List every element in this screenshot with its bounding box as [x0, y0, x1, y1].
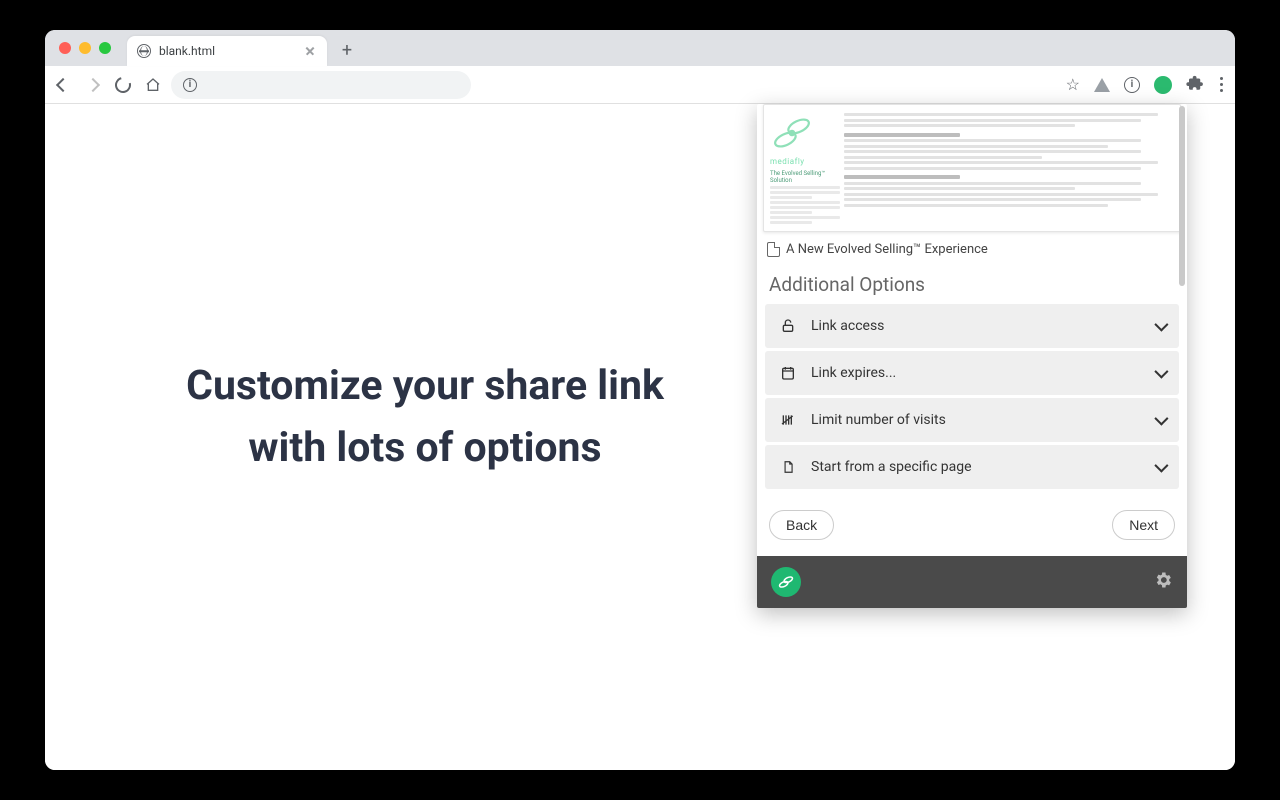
option-label: Limit number of visits: [811, 412, 946, 428]
option-label: Link expires...: [811, 365, 896, 381]
page-viewport: Customize your share link with lots of o…: [45, 104, 1235, 770]
site-info-icon[interactable]: i: [183, 78, 197, 92]
option-label: Start from a specific page: [811, 459, 972, 475]
browser-tab[interactable]: blank.html: [127, 36, 327, 66]
chevron-down-icon: [1155, 321, 1165, 331]
info-icon[interactable]: i: [1124, 77, 1140, 93]
next-button[interactable]: Next: [1112, 510, 1175, 540]
back-button[interactable]: Back: [769, 510, 834, 540]
home-icon[interactable]: [145, 77, 161, 93]
globe-icon: [137, 44, 151, 58]
extensions-icon[interactable]: [1186, 74, 1204, 96]
browser-toolbar: i ☆ i: [45, 66, 1235, 104]
mediafly-logo-icon: [770, 111, 814, 155]
option-link-expires[interactable]: Link expires...: [765, 351, 1179, 395]
option-link-access[interactable]: Link access: [765, 304, 1179, 348]
scrollbar-thumb[interactable]: [1179, 106, 1185, 286]
back-icon[interactable]: [55, 77, 71, 93]
forward-icon[interactable]: [85, 77, 101, 93]
chevron-down-icon: [1155, 462, 1165, 472]
brand-name: mediafly: [770, 157, 840, 166]
new-tab-button[interactable]: +: [333, 36, 361, 64]
tally-icon: [779, 411, 797, 429]
drive-icon[interactable]: [1094, 78, 1110, 92]
window-controls: [59, 42, 111, 54]
document-title: A New Evolved Selling™ Experience: [786, 242, 988, 257]
chevron-down-icon: [1155, 368, 1165, 378]
settings-icon[interactable]: [1153, 570, 1173, 594]
minimize-window-button[interactable]: [79, 42, 91, 54]
tab-title: blank.html: [159, 44, 295, 58]
close-tab-icon[interactable]: [303, 44, 317, 58]
mediafly-extension-icon[interactable]: [1154, 76, 1172, 94]
lock-open-icon: [779, 317, 797, 335]
marketing-headline: Customize your share link with lots of o…: [185, 356, 665, 479]
document-preview[interactable]: mediafly The Evolved Selling™ Solution: [763, 104, 1181, 232]
panel-footer: [757, 556, 1187, 608]
browser-window: blank.html + i ☆ i: [45, 30, 1235, 770]
address-bar[interactable]: i: [171, 71, 471, 99]
page-icon: [779, 458, 797, 476]
browser-menu-icon[interactable]: [1218, 75, 1225, 94]
share-options-panel: mediafly The Evolved Selling™ Solution: [757, 104, 1187, 608]
option-start-page[interactable]: Start from a specific page: [765, 445, 1179, 489]
option-label: Link access: [811, 318, 884, 334]
mediafly-badge-icon[interactable]: [771, 567, 801, 597]
document-caption: A New Evolved Selling™ Experience: [757, 238, 1187, 261]
maximize-window-button[interactable]: [99, 42, 111, 54]
tab-strip: blank.html +: [45, 30, 1235, 66]
section-title: Additional Options: [757, 261, 1187, 304]
option-limit-visits[interactable]: Limit number of visits: [765, 398, 1179, 442]
close-window-button[interactable]: [59, 42, 71, 54]
reload-icon[interactable]: [115, 77, 131, 93]
file-icon: [767, 242, 780, 257]
calendar-icon: [779, 364, 797, 382]
chevron-down-icon: [1155, 415, 1165, 425]
star-icon[interactable]: ☆: [1066, 75, 1080, 94]
